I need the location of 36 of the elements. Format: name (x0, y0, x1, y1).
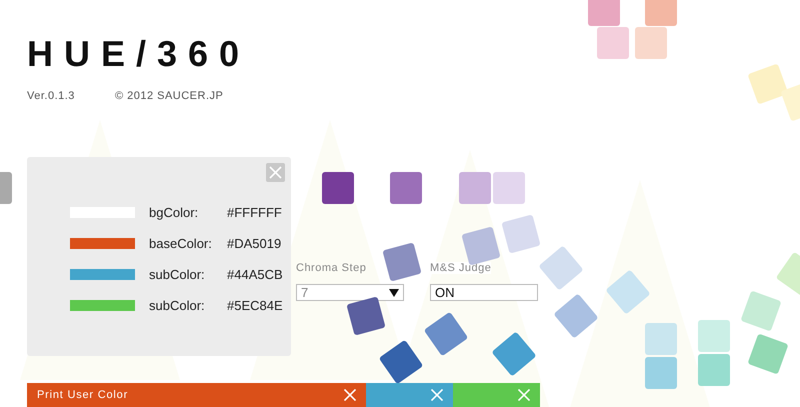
color-value: #DA5019 (227, 236, 282, 250)
color-chip[interactable] (698, 320, 730, 352)
color-chip[interactable] (635, 27, 667, 59)
print-bar-segment[interactable] (453, 383, 540, 407)
copyright-text: © 2012 SAUCER.JP (114, 90, 224, 102)
color-value: #FFFFFF (227, 204, 282, 220)
color-chip[interactable] (645, 0, 677, 26)
color-chip[interactable] (322, 172, 354, 204)
version-text: Ver.0.1.3 (27, 90, 75, 102)
color-chip[interactable] (597, 27, 629, 59)
color-value: #5EC84E (227, 298, 283, 312)
color-label: subColor: (149, 266, 206, 282)
close-icon (518, 389, 530, 401)
color-chip[interactable] (588, 0, 620, 26)
print-label: Print User Color (37, 389, 128, 401)
color-value: #44A5CB (227, 266, 283, 282)
select-field[interactable]: 7 (296, 284, 404, 301)
color-chip[interactable] (645, 323, 677, 355)
color-chip[interactable] (698, 354, 730, 386)
color-chip[interactable] (459, 172, 491, 204)
caret-icon (389, 288, 399, 296)
print-bar-segment[interactable]: Print User Color (27, 383, 366, 407)
app-title: HUE/360 (27, 34, 250, 74)
color-label: baseColor: (149, 236, 213, 250)
color-chip[interactable] (493, 172, 525, 204)
select-field[interactable]: ON (430, 284, 538, 301)
color-chip[interactable] (645, 357, 677, 389)
color-label: subColor: (149, 298, 206, 312)
field-label: Chroma Step (296, 262, 368, 274)
field-label: M&S Judge (430, 262, 492, 274)
close-icon (344, 389, 356, 401)
color-label: bgColor: (149, 204, 200, 220)
close-icon (431, 389, 443, 401)
close-button[interactable] (266, 163, 285, 182)
close-icon (269, 166, 282, 179)
color-chip[interactable] (390, 172, 422, 204)
